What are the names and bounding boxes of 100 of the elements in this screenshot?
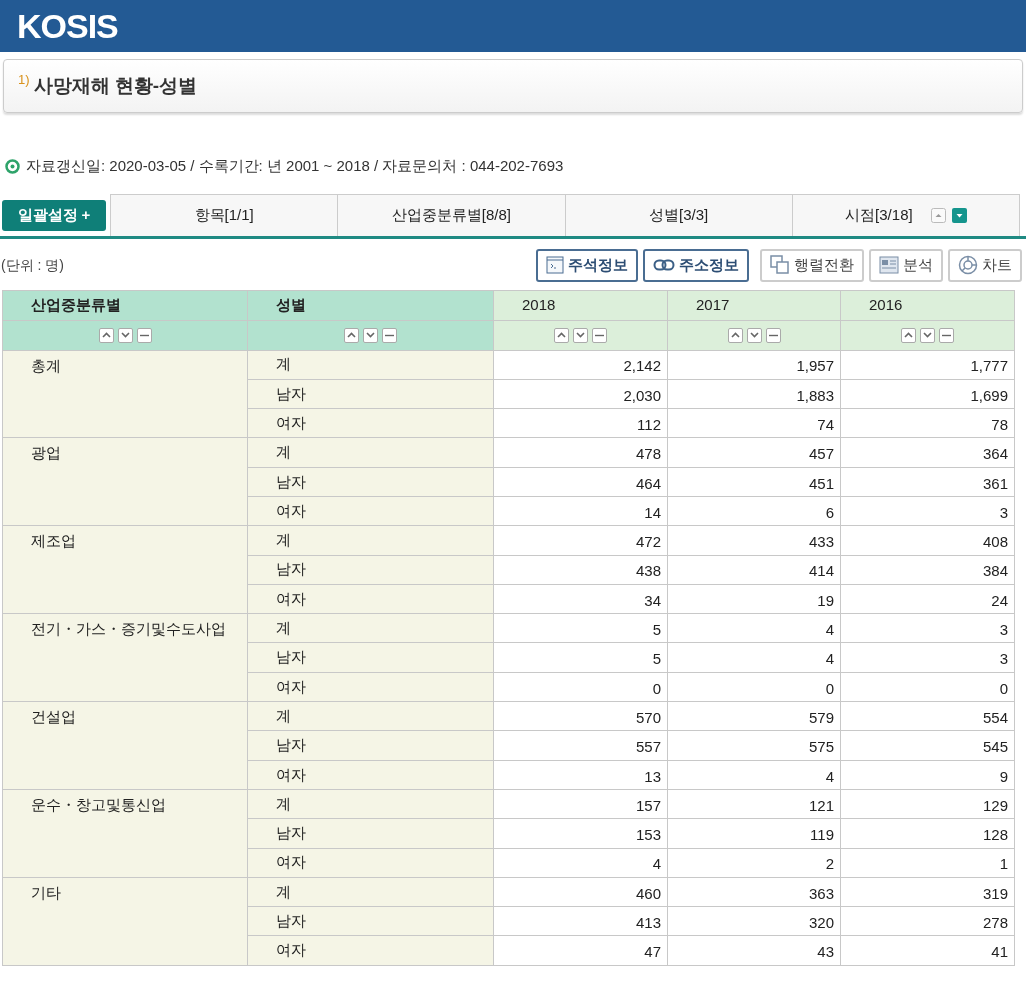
sort-down-button[interactable] [573,327,588,343]
collapse-button[interactable] [136,327,152,343]
value-cell: 472 [493,525,668,556]
value-cell: 119 [667,818,841,849]
category-cell: 광업 [2,437,248,526]
document-icon [879,256,899,274]
collapse-button[interactable] [592,327,607,343]
ring-bullet-icon [5,158,20,174]
toolbar-button[interactable]: 주석정보 [536,248,638,282]
category-cell: 전기・가스・증기및수도사업 [2,613,248,702]
toolbar-button[interactable]: 분석 [869,248,943,282]
sex-cell: 계 [247,350,494,380]
overlapping-squares-icon [770,255,790,275]
caret-down-icon [366,332,375,338]
minus-icon [768,333,778,337]
value-cell: 575 [667,730,841,761]
toolbar-button[interactable]: 행렬전환 [760,248,864,282]
category-cell: 운수・창고및통신업 [2,789,248,878]
dimension-tab[interactable]: 항목[1/1] [111,194,339,236]
collapse-button[interactable] [382,327,397,343]
minus-icon [139,333,149,337]
sort-up-button[interactable] [554,327,569,343]
value-cell: 364 [840,437,1015,468]
value-cell: 384 [840,555,1015,585]
sex-cell: 남자 [247,555,494,585]
sex-cell: 여자 [247,496,494,526]
sex-cell: 계 [247,877,494,907]
value-cell: 4 [667,613,841,643]
caret-up-icon [101,332,111,338]
value-cell: 34 [493,584,668,614]
value-cell: 545 [840,730,1015,761]
dimension-tab[interactable]: 산업중분류별[8/8] [338,194,566,236]
value-cell: 24 [840,584,1015,614]
value-cell: 43 [667,935,841,966]
collapse-button[interactable] [939,327,954,343]
value-cell: 320 [667,906,841,936]
caret-down-icon [120,332,130,338]
sort-down-button[interactable] [746,327,762,343]
toolbar-button[interactable]: 차트 [948,248,1022,282]
value-cell: 451 [667,467,841,497]
sort-down-button[interactable] [363,327,378,343]
sex-cell: 여자 [247,760,494,790]
value-cell: 19 [667,584,841,614]
value-cell: 1 [840,848,1015,878]
value-cell: 1,883 [667,379,841,409]
sort-up-button[interactable] [344,327,359,343]
value-cell: 319 [840,877,1015,907]
caret-up-icon [730,332,740,338]
dimension-tab[interactable]: 시점[3/18] [792,194,1020,236]
column-header: 성별 [247,290,494,320]
value-cell: 0 [667,672,841,702]
value-cell: 128 [840,818,1015,849]
caret-up-icon [557,332,566,338]
sex-cell: 남자 [247,818,494,849]
dimension-tab[interactable]: 성별[3/3] [565,194,793,236]
value-cell: 3 [840,642,1015,673]
caret-down-icon [576,332,585,338]
collapse-button[interactable] [765,327,781,343]
minus-icon [385,333,394,337]
value-cell: 4 [667,642,841,673]
value-cell: 464 [493,467,668,497]
sex-cell: 남자 [247,642,494,673]
sort-down-button[interactable] [920,327,935,343]
value-cell: 1,699 [840,379,1015,409]
sort-up-button[interactable] [98,327,114,343]
value-cell: 78 [840,408,1015,438]
value-cell: 413 [493,906,668,936]
sort-up-button[interactable] [901,327,916,343]
category-cell: 제조업 [2,525,248,614]
value-cell: 570 [493,701,668,731]
category-cell: 총계 [2,350,248,438]
value-cell: 0 [493,672,668,702]
value-cell: 5 [493,613,668,643]
batch-settings-button[interactable]: 일괄설정 + [2,199,106,231]
sex-cell: 계 [247,437,494,468]
value-cell: 554 [840,701,1015,731]
sex-cell: 여자 [247,584,494,614]
value-cell: 121 [667,789,841,819]
sex-cell: 여자 [247,848,494,878]
sex-cell: 여자 [247,408,494,438]
value-cell: 2 [667,848,841,878]
sort-up-button[interactable] [727,327,743,343]
value-cell: 2,030 [493,379,668,409]
sort-down-button[interactable] [117,327,133,343]
category-cell: 기타 [2,877,248,966]
scroll-down-icon[interactable] [951,207,967,223]
value-cell: 457 [667,437,841,468]
value-cell: 9 [840,760,1015,790]
note-icon [546,256,564,274]
value-cell: 363 [667,877,841,907]
value-cell: 408 [840,525,1015,556]
value-cell: 157 [493,789,668,819]
sex-cell: 계 [247,525,494,556]
column-header: 2018 [493,290,668,320]
logo[interactable]: KOSIS [17,0,118,52]
toolbar-button[interactable]: 주소정보 [643,248,749,282]
value-cell: 13 [493,760,668,790]
caret-down-icon [749,332,759,338]
sex-cell: 여자 [247,672,494,702]
link-icon [653,259,675,271]
